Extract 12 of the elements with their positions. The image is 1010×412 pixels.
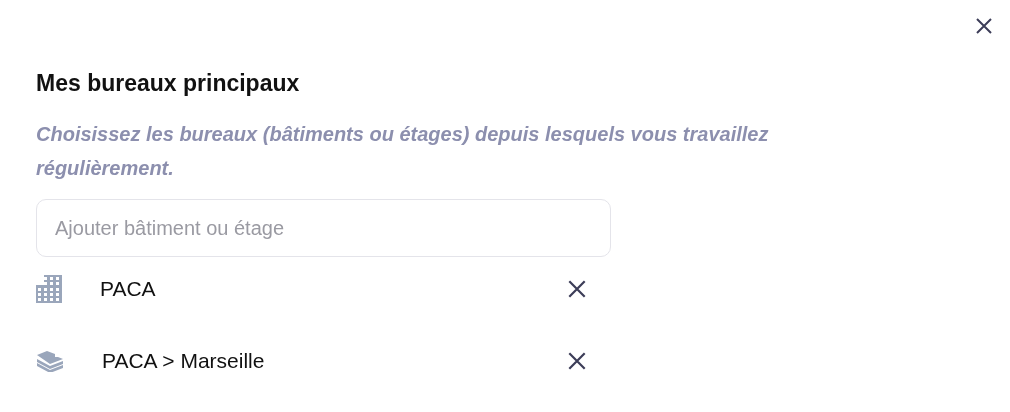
close-icon [974,16,994,36]
dialog-title: Mes bureaux principaux [36,70,301,97]
close-icon [566,350,588,372]
remove-button[interactable] [566,278,588,300]
search-field[interactable]: Ajouter bâtiment ou étage [36,199,611,257]
close-icon [566,278,588,300]
office-label: PACA > Marseille [102,349,266,373]
building-icon [36,275,62,303]
description: Choisissez les bureaux (bâtiments ou étages) depuis lesquels vous travaillez régulièrement. [36,122,770,181]
remove-button[interactable] [566,350,588,372]
layers-icon [36,350,64,372]
office-label: PACA [100,277,157,301]
